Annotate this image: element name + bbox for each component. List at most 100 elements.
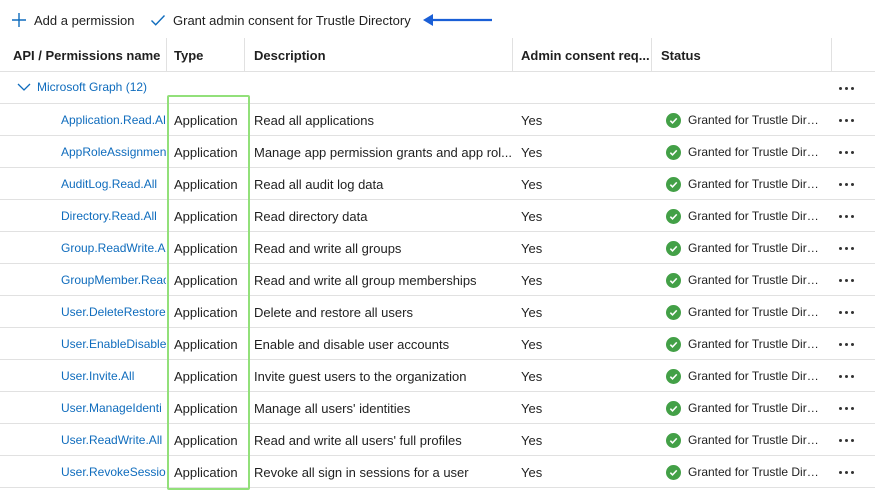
status-text: Granted for Trustle Dire... [688, 337, 820, 351]
column-divider [831, 38, 832, 72]
more-actions-button[interactable] [832, 200, 860, 232]
permission-description: Read directory data [254, 208, 368, 224]
permission-description: Delete and restore all users [254, 304, 413, 320]
column-header-description[interactable]: Description [244, 38, 512, 72]
status-text: Granted for Trustle Dire... [688, 209, 820, 223]
permission-name-link[interactable]: GroupMember.Reac [61, 264, 166, 296]
table-row: Application.Read.Al Application Read all a… [0, 104, 875, 136]
more-actions-button[interactable] [832, 136, 860, 168]
granted-check-icon [666, 144, 681, 160]
permission-name-link[interactable]: User.ReadWrite.All [61, 424, 166, 456]
more-actions-button[interactable] [832, 104, 860, 136]
column-header-type[interactable]: Type [164, 38, 244, 72]
ellipsis-icon [838, 150, 854, 154]
ellipsis-icon [838, 214, 854, 218]
permission-name-link[interactable]: User.ManageIdenti [61, 392, 166, 424]
permission-type: Application [174, 432, 238, 448]
more-actions-button[interactable] [832, 328, 860, 360]
status-cell: Granted for Trustle Dire... [666, 392, 826, 424]
grant-admin-consent-button[interactable]: Grant admin consent for Trustle Director… [150, 9, 411, 31]
table-row: User.DeleteRestore. Application Delete and… [0, 296, 875, 328]
admin-consent-required: Yes [521, 112, 543, 128]
permission-name-link[interactable]: Group.ReadWrite.Al [61, 232, 166, 264]
permission-type: Application [174, 400, 238, 416]
permission-name-link[interactable]: Directory.Read.All [61, 200, 166, 232]
status-cell: Granted for Trustle Dire... [666, 424, 826, 456]
more-actions-button[interactable] [832, 264, 860, 296]
checkmark-icon [150, 12, 166, 28]
table-row: GroupMember.Reac Application Read and writ… [0, 264, 875, 296]
more-actions-button[interactable] [832, 424, 860, 456]
more-actions-button[interactable] [832, 72, 860, 104]
status-text: Granted for Trustle Dire... [688, 145, 820, 159]
status-cell: Granted for Trustle Dire... [666, 200, 826, 232]
permission-description: Enable and disable user accounts [254, 336, 450, 352]
plus-icon [11, 12, 27, 28]
column-header-status[interactable]: Status [651, 38, 831, 72]
permission-type: Application [174, 176, 238, 192]
chevron-down-icon [17, 82, 31, 92]
column-header-admin-consent[interactable]: Admin consent req... [511, 38, 651, 72]
admin-consent-required: Yes [521, 208, 543, 224]
permission-description: Manage app permission grants and app rol… [254, 144, 512, 160]
more-actions-button[interactable] [832, 456, 860, 488]
ellipsis-icon [838, 118, 854, 122]
status-text: Granted for Trustle Dire... [688, 177, 820, 191]
ellipsis-icon [838, 470, 854, 474]
more-actions-button[interactable] [832, 296, 860, 328]
table-row: AuditLog.Read.All Application Read all aud… [0, 168, 875, 200]
status-text: Granted for Trustle Dire... [688, 241, 820, 255]
more-actions-button[interactable] [832, 360, 860, 392]
more-actions-button[interactable] [832, 232, 860, 264]
admin-consent-required: Yes [521, 464, 543, 480]
permission-type: Application [174, 240, 238, 256]
more-actions-button[interactable] [832, 392, 860, 424]
status-text: Granted for Trustle Dire... [688, 369, 820, 383]
permission-name-link[interactable]: User.Invite.All [61, 360, 166, 392]
column-header-name[interactable]: API / Permissions name [3, 38, 166, 72]
group-label: Microsoft Graph (12) [37, 80, 148, 94]
permission-name-link[interactable]: User.DeleteRestore. [61, 296, 166, 328]
permission-type: Application [174, 304, 238, 320]
status-text: Granted for Trustle Dire... [688, 273, 820, 287]
status-text: Granted for Trustle Dire... [688, 433, 820, 447]
status-cell: Granted for Trustle Dire... [666, 168, 826, 200]
permission-description: Read and write all groups [254, 240, 402, 256]
granted-check-icon [666, 368, 681, 384]
admin-consent-required: Yes [521, 176, 543, 192]
status-text: Granted for Trustle Dire... [688, 113, 820, 127]
add-permission-button[interactable]: Add a permission [11, 9, 134, 31]
permission-description: Read all audit log data [254, 176, 384, 192]
permission-type: Application [174, 112, 238, 128]
permission-name-link[interactable]: User.EnableDisable/ [61, 328, 166, 360]
permission-name-link[interactable]: AppRoleAssignmen [61, 136, 166, 168]
grant-admin-consent-label: Grant admin consent for Trustle Director… [173, 12, 411, 28]
table-row: User.RevokeSession Application Revoke all … [0, 456, 875, 488]
permission-description: Revoke all sign in sessions for a user [254, 464, 469, 480]
permission-name-link[interactable]: User.RevokeSession [61, 456, 166, 488]
group-toggle[interactable]: Microsoft Graph (12) [17, 80, 147, 94]
ellipsis-icon [838, 310, 854, 314]
granted-check-icon [666, 176, 681, 192]
table-header: API / Permissions name Type Description … [0, 38, 875, 72]
status-cell: Granted for Trustle Dire... [666, 104, 826, 136]
table-row: User.ManageIdenti Application Manage all u… [0, 392, 875, 424]
ellipsis-icon [838, 246, 854, 250]
granted-check-icon [666, 208, 681, 224]
admin-consent-required: Yes [521, 368, 543, 384]
more-actions-button[interactable] [832, 168, 860, 200]
granted-check-icon [666, 400, 681, 416]
status-cell: Granted for Trustle Dire... [666, 232, 826, 264]
ellipsis-icon [838, 406, 854, 410]
permission-type: Application [174, 368, 238, 384]
ellipsis-icon [838, 342, 854, 346]
permission-type: Application [174, 144, 238, 160]
ellipsis-icon [838, 86, 854, 90]
admin-consent-required: Yes [521, 272, 543, 288]
status-cell: Granted for Trustle Dire... [666, 136, 826, 168]
permission-name-link[interactable]: AuditLog.Read.All [61, 168, 166, 200]
table-row: User.EnableDisable/Application Enable and… [0, 328, 875, 360]
granted-check-icon [666, 272, 681, 288]
permission-name-link[interactable]: Application.Read.Al [61, 104, 166, 136]
admin-consent-required: Yes [521, 240, 543, 256]
